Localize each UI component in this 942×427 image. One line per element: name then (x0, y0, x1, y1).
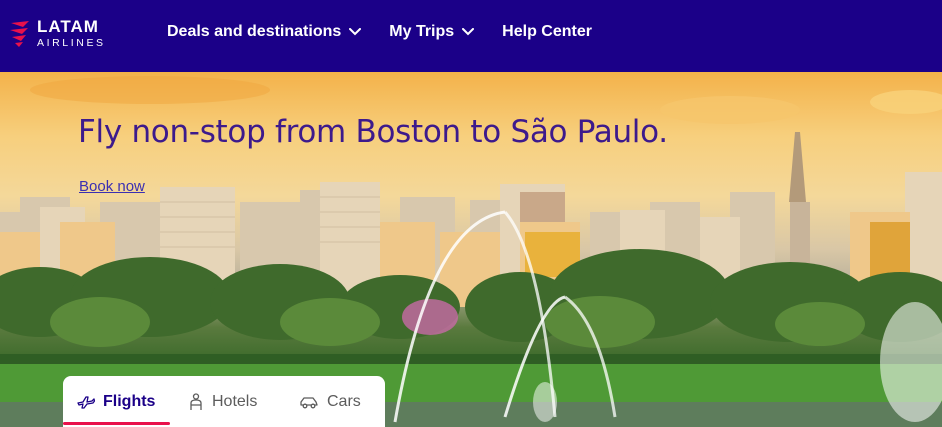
tab-flights[interactable]: Flights (63, 376, 170, 427)
logo-subtitle: AIRLINES (37, 36, 106, 49)
car-icon (299, 395, 319, 409)
nav-item-label: Deals and destinations (167, 23, 342, 40)
tab-label: Hotels (212, 392, 258, 410)
tab-label: Flights (103, 392, 156, 410)
chevron-down-icon (349, 28, 362, 36)
main-nav: Deals and destinations My Trips Help Cen… (167, 0, 620, 64)
tab-hotels[interactable]: Hotels (170, 376, 283, 427)
plane-icon (77, 395, 95, 409)
latam-logo[interactable]: LATAM AIRLINES (9, 15, 119, 51)
booking-tabs: Flights Hotels Cars (63, 376, 385, 427)
logo-wordmark: LATAM (37, 16, 99, 36)
bellhop-icon (188, 392, 204, 411)
chevron-down-icon (462, 28, 475, 36)
latam-logo-icon (10, 21, 29, 47)
nav-my-trips[interactable]: My Trips (389, 23, 475, 41)
nav-deals-and-destinations[interactable]: Deals and destinations (167, 23, 362, 41)
hero-headline: Fly non-stop from Boston to São Paulo. (78, 114, 668, 150)
hero-banner: Fly non-stop from Boston to São Paulo. B… (0, 72, 942, 427)
book-now-link[interactable]: Book now (79, 178, 145, 195)
top-navigation-bar: LATAM AIRLINES Deals and destinations My… (0, 0, 942, 72)
tab-cars[interactable]: Cars (283, 376, 385, 427)
tab-label: Cars (327, 392, 361, 410)
nav-help-center[interactable]: Help Center (502, 23, 592, 41)
nav-item-label: My Trips (389, 23, 455, 40)
nav-item-label: Help Center (502, 23, 592, 40)
